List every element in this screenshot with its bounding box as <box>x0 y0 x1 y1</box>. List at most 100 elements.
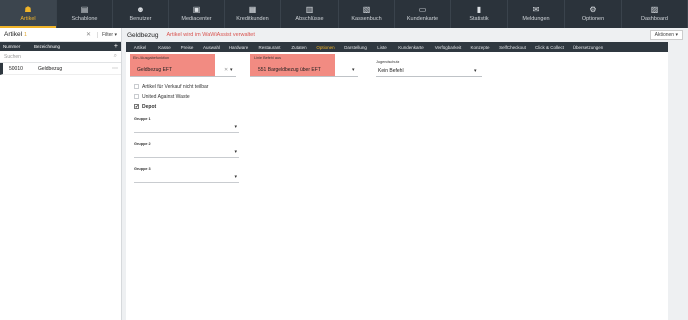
search-field[interactable]: Suchen ⌕ <box>0 51 121 63</box>
tab-hardware[interactable]: Hardware <box>224 42 253 52</box>
tab--bersetzungen[interactable]: Übersetzungen <box>568 42 608 52</box>
nav-item-dashboard[interactable]: ▨ Dashboard <box>622 0 688 28</box>
nav-label: Schablone <box>71 16 98 22</box>
jugendschutz-value[interactable]: Kein Befehl <box>378 68 404 74</box>
linie-befehl-underline <box>250 76 358 77</box>
nav-label: Dashboard <box>641 16 668 22</box>
tab-zutaten[interactable]: Zutaten <box>286 42 312 52</box>
article-detail: Geldbezug Artikel wird im WaWiAssist ver… <box>122 28 688 320</box>
nav-label: Optionen <box>581 16 605 22</box>
tab-auswahl[interactable]: Auswahl <box>199 42 224 52</box>
gruppe-2-select[interactable]: ▾ <box>134 147 239 158</box>
tab-selfcheckout[interactable]: SelfCheckout <box>494 42 531 52</box>
managed-warning: Artikel wird im WaWiAssist verwaltet <box>166 32 255 38</box>
jugendschutz-label: Jugendschutz <box>376 60 400 64</box>
nav-item-benutzer[interactable]: ☻ Benutzer <box>113 0 169 28</box>
column-number[interactable]: Nummer <box>3 44 34 49</box>
linie-befehl-chevron-down-icon[interactable]: ▾ <box>352 67 355 73</box>
detail-tabs: Artikel Kasse Preise Auswahl Hardware Restaur… <box>126 42 668 52</box>
item-number: 50010 <box>9 65 23 72</box>
nav-item-optionen[interactable]: ⚙ Optionen <box>565 0 622 28</box>
gruppe-3-select[interactable]: ▾ <box>134 172 239 183</box>
nav-item-abschl-sse[interactable]: ▥ Abschlüsse <box>281 0 339 28</box>
nav-label: Abschlüsse <box>295 16 324 22</box>
kundenkarte-icon: ▭ <box>418 5 427 14</box>
search-icon: ⌕ <box>113 53 117 59</box>
tab-click-collect[interactable]: Click & Collect <box>531 42 568 52</box>
gruppe-1-label: Gruppe 1 <box>134 117 151 121</box>
top-navigation: ☗ Artikel ▤ Schablone ☻ Benutzer ▣ Mediacenter ▦… <box>0 0 688 28</box>
list-header: Artikel 1 ✕ Filter ▾ <box>0 28 121 42</box>
nav-label: Benutzer <box>129 16 152 22</box>
search-placeholder: Suchen <box>4 53 21 60</box>
gruppe-1-select[interactable]: ▾ <box>134 122 239 133</box>
tab-liste[interactable]: Liste <box>372 42 392 52</box>
nav-item-kreditkunden[interactable]: ▦ Kreditkunden <box>225 0 281 28</box>
kreditkunden-icon: ▦ <box>248 5 257 14</box>
tab-konzepte[interactable]: Konzepte <box>466 42 494 52</box>
gruppe-3-chevron-down-icon: ▾ <box>234 174 237 180</box>
dashboard-icon: ▨ <box>650 5 659 14</box>
gruppe-2-chevron-down-icon: ▾ <box>234 149 237 155</box>
tab-preise[interactable]: Preise <box>175 42 199 52</box>
tab-darstellung[interactable]: Darstellung <box>339 42 372 52</box>
tab-verf-gbarkeit[interactable]: Verfügbarkeit <box>430 42 466 52</box>
ein-ausgabe-chevron-down-icon[interactable]: ▾ <box>230 67 233 73</box>
mediacenter-icon: ▣ <box>192 5 201 14</box>
kassenbuch-icon: ▧ <box>362 5 371 14</box>
checkbox-nicht-teilbar-label: Artikel für Verkauf nicht teilbar <box>142 84 209 90</box>
jugendschutz-underline <box>376 76 482 77</box>
gruppe-3-label: Gruppe 3 <box>134 167 151 171</box>
article-list-panel: Artikel 1 ✕ Filter ▾ Nummer Bezeichnung … <box>0 28 122 320</box>
nav-item-kassenbuch[interactable]: ▧ Kassenbuch <box>339 0 395 28</box>
ein-ausgabe-value[interactable]: Geldbezug EFT <box>137 67 172 73</box>
detail-header: Geldbezug Artikel wird im WaWiAssist ver… <box>122 28 688 42</box>
column-name[interactable]: Bezeichnung <box>34 44 60 49</box>
list-count: 1 <box>24 31 27 38</box>
tab-artikel[interactable]: Artikel <box>126 42 154 52</box>
benutzer-icon: ☻ <box>136 5 145 14</box>
options-form: Ein-/Ausgabefunktion Geldbezug EFT ✕ ▾ L… <box>126 52 668 320</box>
checkbox-nicht-teilbar[interactable] <box>134 84 139 89</box>
nav-label: Kreditkunden <box>236 16 269 22</box>
checkbox-depot-label: Depot <box>142 104 157 110</box>
checkbox-united-against-waste[interactable] <box>134 94 139 99</box>
meldungen-icon: ✉ <box>532 5 540 14</box>
actions-dropdown[interactable]: Aktionen ▾ <box>649 30 683 40</box>
tab-kasse[interactable]: Kasse <box>154 42 175 52</box>
statistik-icon: ▮ <box>476 5 482 14</box>
filter-button[interactable]: Filter ▾ <box>96 31 117 38</box>
clear-filter-icon[interactable]: ✕ <box>86 31 91 38</box>
nav-item-meldungen[interactable]: ✉ Meldungen <box>508 0 565 28</box>
item-name: Geldbezug <box>38 65 63 72</box>
nav-label: Kassenbuch <box>351 16 382 22</box>
tab-kundenkarte[interactable]: Kundenkarte <box>392 42 430 52</box>
nav-item-schablone[interactable]: ▤ Schablone <box>57 0 113 28</box>
ein-ausgabe-clear-icon[interactable]: ✕ <box>224 67 228 73</box>
nav-item-kundenkarte[interactable]: ▭ Kundenkarte <box>395 0 451 28</box>
nav-label: Meldungen <box>522 16 550 22</box>
nav-item-artikel[interactable]: ☗ Artikel <box>0 0 57 28</box>
nav-item-statistik[interactable]: ▮ Statistik <box>451 0 508 28</box>
artikel-icon: ☗ <box>24 5 32 14</box>
tab-restaurant[interactable]: Restaurant <box>253 42 286 52</box>
nav-label: Mediacenter <box>181 16 212 22</box>
checkbox-depot[interactable] <box>134 104 139 110</box>
add-article-icon[interactable]: + <box>114 43 118 50</box>
page-title: Geldbezug <box>127 31 159 39</box>
actions-label: Aktionen <box>654 32 675 38</box>
checkbox-united-against-waste-label: United Against Waste <box>142 94 190 100</box>
linie-befehl-value[interactable]: 551 Bargeldbezug über EFT <box>258 67 321 73</box>
list-title: Artikel <box>4 31 23 38</box>
linie-befehl-label: Linie Befehl aus <box>254 56 282 60</box>
jugendschutz-chevron-down-icon[interactable]: ▾ <box>474 68 477 74</box>
nav-item-mediacenter[interactable]: ▣ Mediacenter <box>169 0 225 28</box>
list-item[interactable]: 50010 Geldbezug ⋯ <box>0 63 121 75</box>
tab-optionen[interactable]: Optionen <box>312 42 339 52</box>
abschl-sse-icon: ▥ <box>305 5 314 14</box>
more-options-icon[interactable]: ⋯ <box>112 65 118 72</box>
filter-label: Filter <box>101 31 114 38</box>
gruppe-1-chevron-down-icon: ▾ <box>234 124 237 130</box>
ein-ausgabe-underline <box>130 76 236 77</box>
ein-ausgabe-label: Ein-/Ausgabefunktion <box>133 56 170 60</box>
